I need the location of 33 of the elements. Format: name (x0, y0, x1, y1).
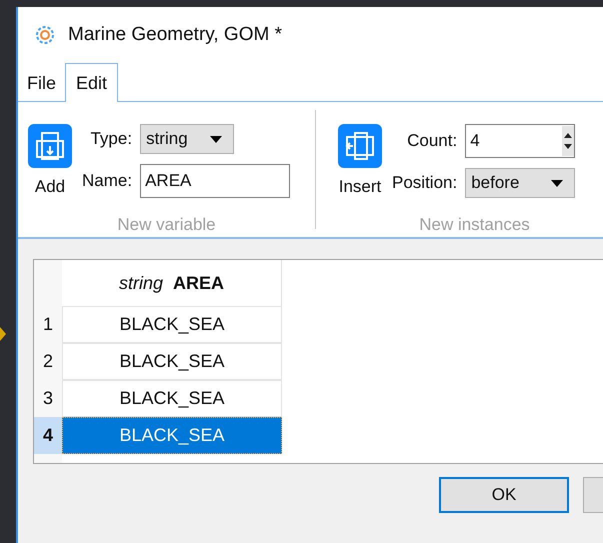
column-name: AREA (173, 272, 224, 294)
column-type: string (118, 272, 163, 295)
row-number[interactable]: 3 (34, 380, 62, 417)
dropdown[interactable]: before (465, 168, 576, 198)
name-label: Name: (82, 170, 132, 192)
table-cell[interactable]: BLACK_SEA (62, 343, 282, 380)
window-title: Marine Geometry, GOM * (68, 22, 282, 47)
insert-row-icon (338, 124, 382, 168)
type-label: Type: (89, 128, 132, 150)
row-number[interactable]: 1 (34, 306, 62, 343)
count-label: Count: (406, 130, 458, 152)
insert-button[interactable]: Insert (338, 124, 382, 200)
count-spinbox[interactable]: 4 (465, 124, 576, 158)
spin-arrows-icon (562, 126, 574, 156)
add-column-icon (28, 124, 72, 168)
table-cell[interactable]: BLACK_SEA (62, 306, 282, 343)
row-number[interactable]: 4 (34, 417, 62, 454)
position-label: Position: (392, 172, 458, 194)
column-header[interactable]: string AREA (62, 260, 282, 306)
caret-icon (551, 180, 564, 186)
row-number[interactable]: 2 (34, 343, 62, 380)
diamond-icon (0, 327, 6, 341)
group-label: New variable (116, 214, 217, 236)
dropdown[interactable]: string (140, 124, 234, 154)
table-cell[interactable]: BLACK_SEA (62, 380, 282, 417)
table-cell[interactable]: BLACK_SEA (62, 417, 282, 454)
add-button[interactable]: Add (28, 124, 72, 200)
menu-tab[interactable]: Edit (65, 63, 118, 102)
menu-tab[interactable]: File (18, 65, 66, 101)
caret-icon (210, 136, 222, 142)
name-field[interactable]: AREA (140, 164, 290, 198)
ok-button[interactable]: OK (439, 477, 569, 513)
group-label: New instances (418, 214, 531, 236)
